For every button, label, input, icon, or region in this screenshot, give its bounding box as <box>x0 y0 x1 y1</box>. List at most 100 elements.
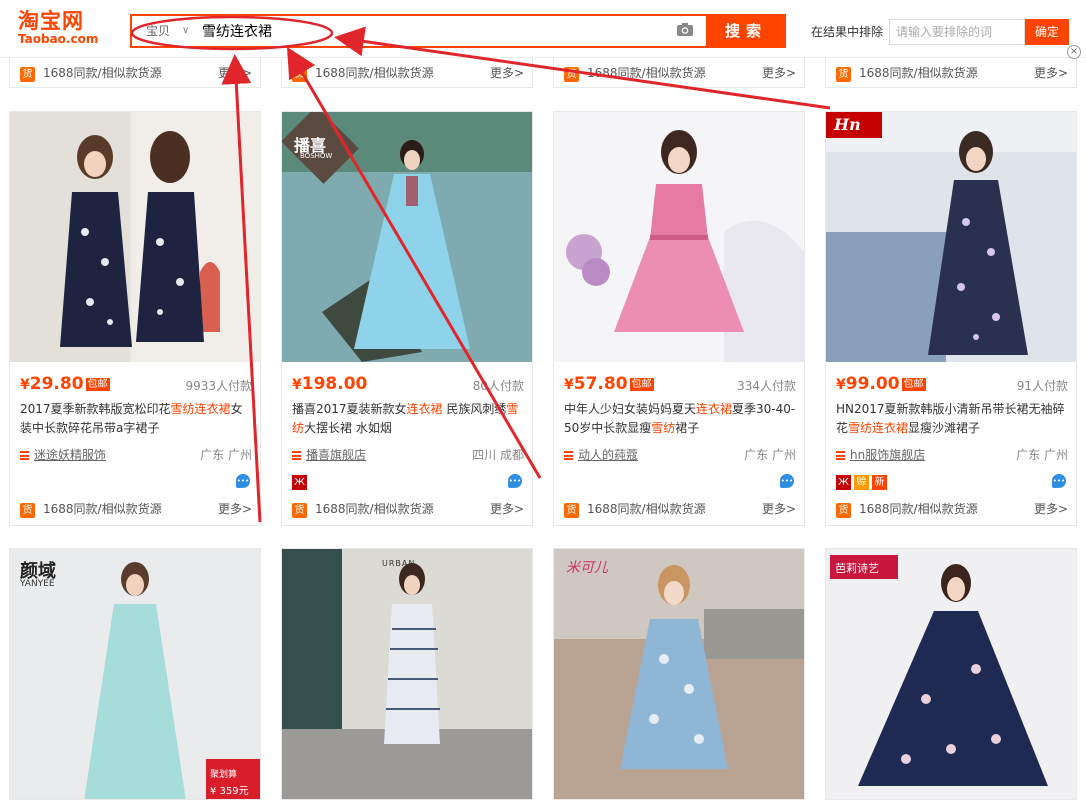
brand-logo: 米可儿 <box>566 560 608 576</box>
exclude-confirm-button[interactable]: 确定 <box>1025 19 1069 45</box>
badges-row: ••• <box>564 474 796 490</box>
more-link[interactable]: 更多> <box>218 500 252 517</box>
camera-icon[interactable] <box>676 22 696 38</box>
price-row: ¥198.00 80人付款 <box>292 374 524 394</box>
shop-row: 迷途妖精服饰 广东 广州 <box>20 446 252 462</box>
taobao-logo[interactable]: 淘宝网 Taobao.com <box>18 10 108 46</box>
product-title[interactable]: 中年人少妇女装妈妈夏天连衣裙夏季30-40-50岁中长款显瘦雪纺裙子 <box>564 400 796 438</box>
product-image[interactable] <box>554 549 804 800</box>
product-card-8[interactable]: 芭莉诗艺 <box>825 548 1077 800</box>
more-link[interactable]: 更多> <box>1034 500 1068 517</box>
shop-name-link[interactable]: 播喜旗舰店 <box>306 448 366 462</box>
partial-card-1: 货 1688同款/相似款货源 更多> <box>9 58 261 88</box>
product-card-3[interactable]: ¥57.80 包邮 334人付款 中年人少妇女装妈妈夏天连衣裙夏季30-40-50… <box>553 111 805 526</box>
source-row[interactable]: 货 1688同款/相似款货源 更多> <box>292 500 524 518</box>
tmall-icon[interactable]: Ж <box>836 475 851 490</box>
badges-row: Ж赊新 ••• <box>836 474 1068 490</box>
huo-icon: 货 <box>836 503 851 518</box>
source-row[interactable]: 货 1688同款/相似款货源 更多> <box>292 64 524 82</box>
exclude-label: 在结果中排除 <box>811 25 884 39</box>
product-title[interactable]: HN2017夏新款韩版小清新吊带长裙无袖碎花雪纺连衣裙显瘦沙滩裙子 <box>836 400 1068 438</box>
product-image[interactable] <box>554 112 804 362</box>
shop-icon <box>564 451 573 460</box>
more-link[interactable]: 更多> <box>1034 64 1068 81</box>
product-image[interactable] <box>10 112 260 362</box>
price: ¥57.80 <box>564 374 628 394</box>
brand-logo-en: BOSHOW <box>300 152 333 160</box>
wangwang-chat-icon[interactable]: ••• <box>508 474 522 488</box>
wangwang-chat-icon[interactable]: ••• <box>236 474 250 488</box>
more-link[interactable]: 更多> <box>218 64 252 81</box>
more-link[interactable]: 更多> <box>762 64 796 81</box>
source-row[interactable]: 货 1688同款/相似款货源 更多> <box>20 64 252 82</box>
source-text: 1688同款/相似款货源 <box>43 66 162 80</box>
source-text: 1688同款/相似款货源 <box>587 66 706 80</box>
source-row[interactable]: 货 1688同款/相似款货源 更多> <box>564 500 796 518</box>
source-text: 1688同款/相似款货源 <box>315 66 434 80</box>
credit-icon[interactable]: 赊 <box>854 475 869 490</box>
paid-count: 334人付款 <box>737 379 796 393</box>
product-image[interactable] <box>826 549 1076 800</box>
paid-count: 9933人付款 <box>185 379 252 393</box>
shop-row: hn服饰旗舰店 广东 广州 <box>836 446 1068 462</box>
paid-count: 91人付款 <box>1016 379 1068 393</box>
huo-icon: 货 <box>20 67 35 82</box>
wangwang-chat-icon[interactable]: ••• <box>780 474 794 488</box>
search-box: 宝贝 ∨ 搜索 <box>130 14 786 48</box>
product-image[interactable]: Hn <box>826 112 1076 362</box>
shop-icon <box>292 451 301 460</box>
tmall-icon[interactable]: Ж <box>292 475 307 490</box>
shop-name-link[interactable]: hn服饰旗舰店 <box>850 448 925 462</box>
shop-name-link[interactable]: 迷途妖精服饰 <box>34 448 106 462</box>
price: ¥29.80 <box>20 374 84 394</box>
source-row[interactable]: 货 1688同款/相似款货源 更多> <box>20 500 252 518</box>
product-card-4[interactable]: Hn ¥99.00 包邮 91人付款 HN2017夏新款韩版小清新吊带长裙无袖碎花… <box>825 111 1077 526</box>
shop-name-link[interactable]: 动人的莼蔻 <box>578 448 638 462</box>
badges-row: ••• <box>20 474 252 490</box>
brand-logo: 芭莉诗艺 <box>835 562 879 575</box>
free-shipping-badge: 包邮 <box>629 378 654 391</box>
product-image[interactable]: 播喜 BOSHOW <box>282 112 532 362</box>
paid-count: 80人付款 <box>472 379 524 393</box>
search-input[interactable] <box>202 21 662 41</box>
product-card-5[interactable]: 颜域 YANYEE 聚划算 ¥ 359元 <box>9 548 261 800</box>
huo-icon: 货 <box>20 503 35 518</box>
source-text: 1688同款/相似款货源 <box>43 502 162 516</box>
new-icon[interactable]: 新 <box>872 475 887 490</box>
close-icon[interactable]: × <box>1067 45 1081 59</box>
search-scope-dropdown[interactable]: 宝贝 ∨ <box>132 16 200 46</box>
search-button[interactable]: 搜索 <box>706 14 786 48</box>
product-title[interactable]: 2017夏季新款韩版宽松印花雪纺连衣裙女装中长款碎花吊带a字裙子 <box>20 400 252 438</box>
price-row: ¥29.80 包邮 9933人付款 <box>20 374 252 394</box>
source-row[interactable]: 货 1688同款/相似款货源 更多> <box>564 64 796 82</box>
shop-icon <box>20 451 29 460</box>
search-scope-label: 宝贝 <box>146 24 171 38</box>
more-link[interactable]: 更多> <box>762 500 796 517</box>
partial-card-4: 货 1688同款/相似款货源 更多> <box>825 58 1077 88</box>
product-image[interactable] <box>282 549 532 800</box>
huo-icon: 货 <box>564 67 579 82</box>
exclude-input[interactable] <box>889 19 1025 45</box>
product-card-1[interactable]: ¥29.80 包邮 9933人付款 2017夏季新款韩版宽松印花雪纺连衣裙女装中长… <box>9 111 261 526</box>
source-row[interactable]: 货 1688同款/相似款货源 更多> <box>836 64 1068 82</box>
price-row: ¥57.80 包邮 334人付款 <box>564 374 796 394</box>
source-row[interactable]: 货 1688同款/相似款货源 更多> <box>836 500 1068 518</box>
location: 广东 广州 <box>200 448 252 462</box>
brand-logo-en: YANYEE <box>20 579 55 589</box>
more-link[interactable]: 更多> <box>490 500 524 517</box>
huo-icon: 货 <box>564 503 579 518</box>
huo-icon: 货 <box>292 503 307 518</box>
shop-row: 播喜旗舰店 四川 成都 <box>292 446 524 462</box>
product-title[interactable]: 播喜2017夏装新款女连衣裙 民族风刺绣雪纺大摆长裙 水如烟 <box>292 400 524 438</box>
product-card-2[interactable]: 播喜 BOSHOW ¥198.00 80人付款 播喜2017夏装新款女连衣裙 民… <box>281 111 533 526</box>
shop-icon <box>836 451 845 460</box>
more-link[interactable]: 更多> <box>490 64 524 81</box>
partial-card-3: 货 1688同款/相似款货源 更多> <box>553 58 805 88</box>
product-card-7[interactable]: 米可儿 <box>553 548 805 800</box>
wangwang-chat-icon[interactable]: ••• <box>1052 474 1066 488</box>
source-text: 1688同款/相似款货源 <box>587 502 706 516</box>
logo-en: Taobao.com <box>18 32 99 46</box>
brand-logo: URBAN <box>382 559 416 568</box>
product-card-6[interactable]: URBAN <box>281 548 533 800</box>
free-shipping-badge: 包邮 <box>85 378 110 391</box>
